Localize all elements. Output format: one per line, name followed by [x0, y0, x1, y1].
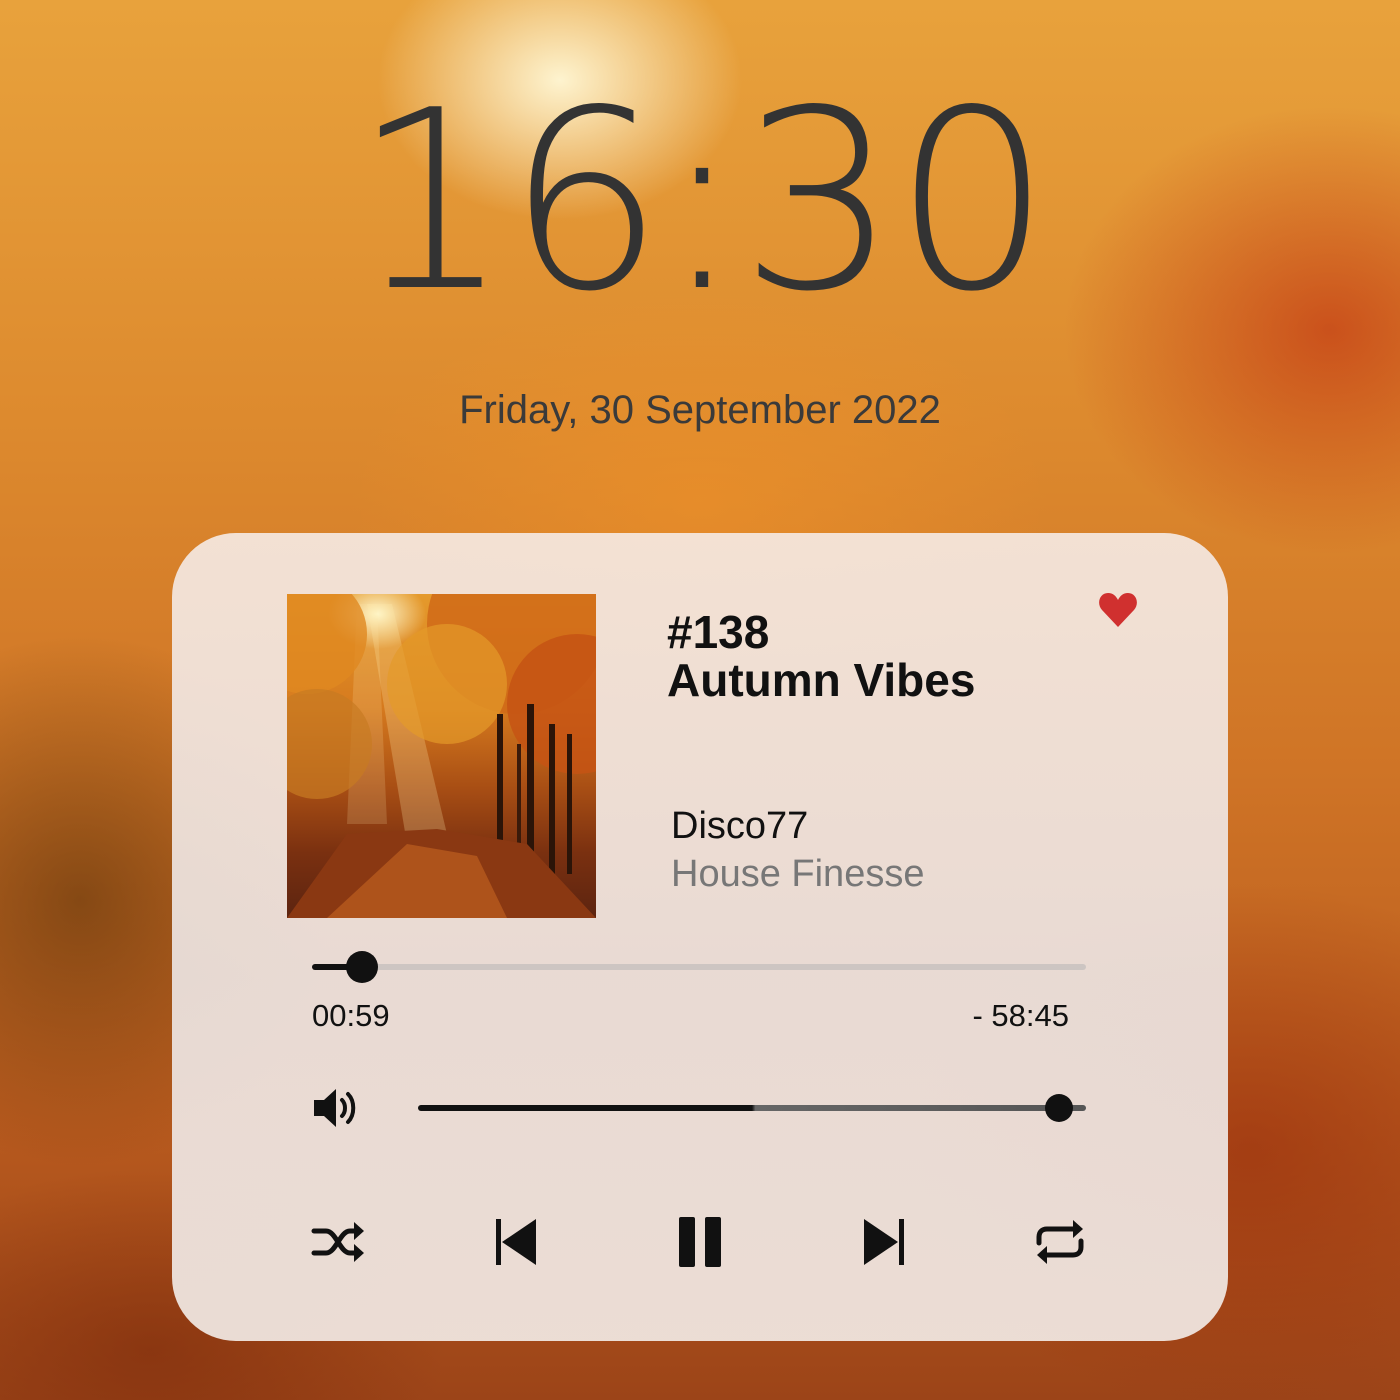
previous-icon — [496, 1219, 536, 1265]
media-player-card: #138 Autumn Vibes Disco77 House Finesse … — [172, 533, 1228, 1341]
episode-number: #138 — [667, 606, 770, 658]
previous-track-button[interactable] — [486, 1213, 544, 1271]
playback-progress-bar[interactable] — [312, 951, 1086, 983]
next-track-button[interactable] — [856, 1213, 914, 1271]
pause-icon — [679, 1217, 721, 1267]
remaining-time: - 58:45 — [972, 998, 1069, 1033]
volume-slider[interactable] — [418, 1094, 1086, 1122]
lockscreen-clock: 16:30 — [352, 58, 1052, 346]
shuffle-icon — [311, 1222, 364, 1262]
track-title: Autumn Vibes — [667, 654, 976, 706]
playback-scrubber-handle[interactable] — [346, 951, 379, 983]
favorite-button[interactable] — [1098, 592, 1138, 628]
heart-icon — [1099, 593, 1137, 627]
shuffle-button[interactable] — [310, 1213, 368, 1271]
repeat-icon — [1036, 1220, 1084, 1264]
elapsed-time: 00:59 — [312, 998, 390, 1033]
pause-button[interactable] — [671, 1213, 729, 1271]
next-icon — [864, 1219, 904, 1265]
volume-slider-fill — [418, 1105, 1086, 1111]
repeat-button[interactable] — [1031, 1213, 1089, 1271]
volume-slider-handle[interactable] — [1045, 1094, 1074, 1122]
artist-name: Disco77 — [671, 805, 809, 847]
lockscreen-date: Friday, 30 September 2022 — [459, 388, 941, 432]
volume-icon[interactable] — [312, 1083, 362, 1133]
album-artwork — [287, 594, 596, 918]
show-name: House Finesse — [671, 853, 925, 895]
